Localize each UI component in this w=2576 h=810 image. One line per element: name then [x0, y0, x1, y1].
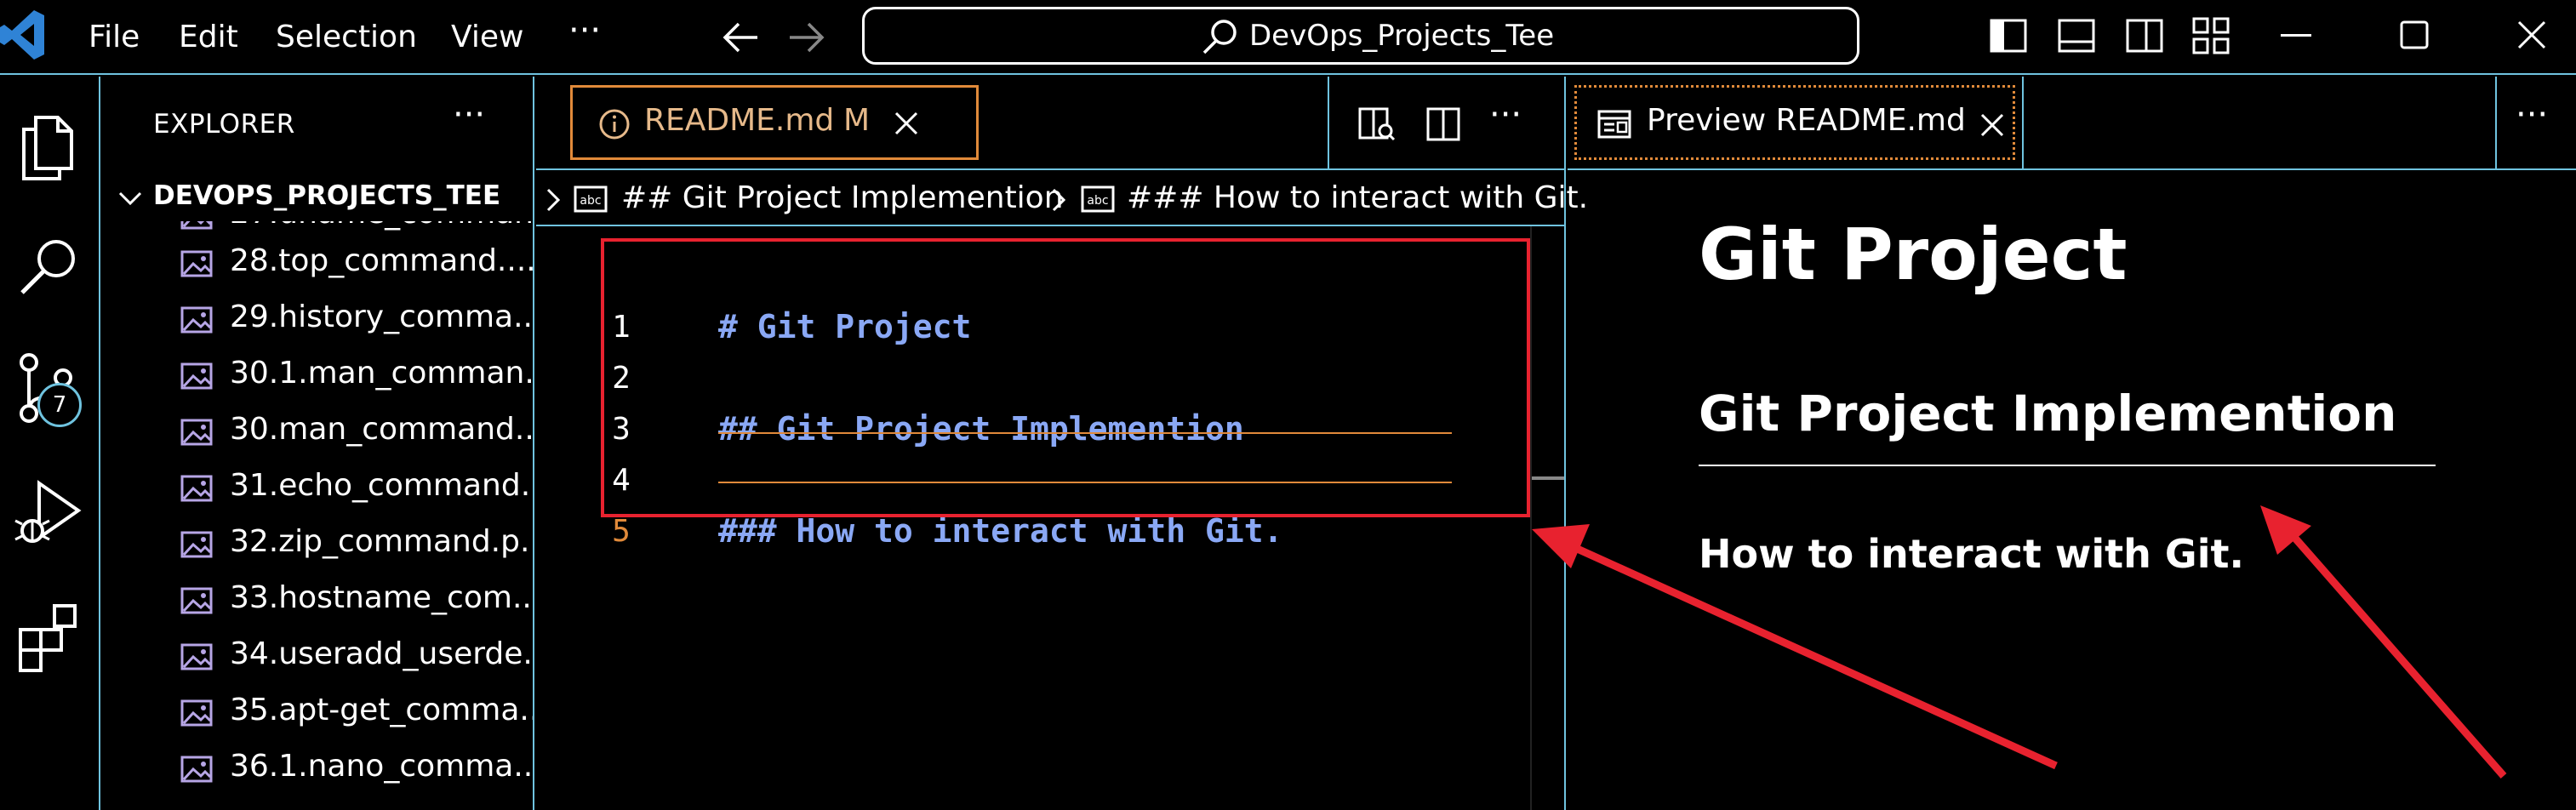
annotation-arrows — [1532, 505, 2507, 779]
annotation-arrow-left — [1532, 524, 2058, 770]
annotation-arrow-right — [2260, 505, 2507, 779]
